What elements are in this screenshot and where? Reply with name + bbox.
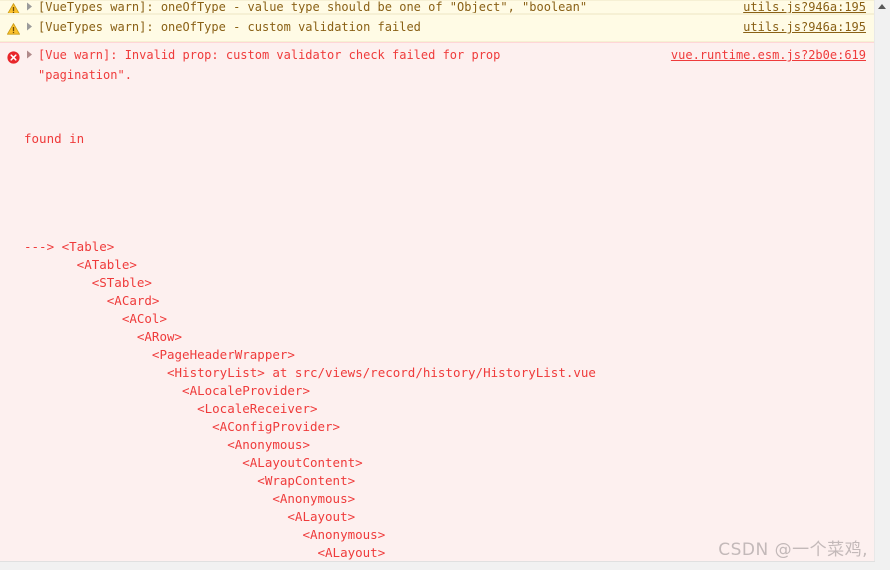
stack-trace-line: <ALayout> <box>24 545 386 560</box>
stack-trace-line: <ALocaleProvider> <box>24 383 310 398</box>
vertical-scrollbar[interactable] <box>874 0 890 570</box>
horizontal-scrollbar[interactable] <box>0 561 875 570</box>
stack-trace-line: <Anonymous> <box>24 491 356 506</box>
error-circle-icon <box>0 45 26 67</box>
warning-triangle-icon <box>0 17 26 39</box>
scroll-up-arrow-icon[interactable] <box>878 4 886 9</box>
triangle-right-icon[interactable] <box>26 17 38 37</box>
warning-triangle-icon <box>0 1 26 13</box>
devtools-console-panel[interactable]: [VueTypes warn]: oneOfType - value type … <box>0 0 890 570</box>
stack-blank-line <box>24 184 890 202</box>
stack-trace-line: <STable> <box>24 275 152 290</box>
stack-trace-line: <ACard> <box>24 293 160 308</box>
console-source-link[interactable]: vue.runtime.esm.js?2b0e:619 <box>671 45 866 65</box>
triangle-right-icon[interactable] <box>26 45 38 65</box>
stack-trace-line: <Anonymous> <box>24 437 310 452</box>
console-message-warning-1[interactable]: [VueTypes warn]: oneOfType - value type … <box>0 0 890 14</box>
stack-trace-line: <PageHeaderWrapper> <box>24 347 295 362</box>
stack-trace-line: <ATable> <box>24 257 137 272</box>
stack-trace-line: <Anonymous> <box>24 527 386 542</box>
stack-trace-line: <HistoryList> at src/views/record/histor… <box>24 365 596 380</box>
stack-trace-line: <ARow> <box>24 329 183 344</box>
stack-trace-line: <ACol> <box>24 311 167 326</box>
stack-line-list: ---> <Table> <ATable> <STable> <ACard> <… <box>24 238 890 570</box>
stack-trace-line: <AConfigProvider> <box>24 419 341 434</box>
console-message-text: [Vue warn]: Invalid prop: custom validat… <box>38 48 508 82</box>
stack-trace-line: <LocaleReceiver> <box>24 401 318 416</box>
triangle-right-icon[interactable] <box>26 1 38 13</box>
stack-trace-line: ---> <Table> <box>24 239 115 254</box>
console-source-link[interactable]: utils.js?946a:195 <box>743 1 866 13</box>
stack-heading: found in <box>24 131 85 146</box>
console-source-link[interactable]: utils.js?946a:195 <box>743 17 866 37</box>
console-message-error-1[interactable]: [Vue warn]: Invalid prop: custom validat… <box>0 42 890 88</box>
stack-trace-line: <ALayout> <box>24 509 356 524</box>
stack-trace-line: <ALayoutContent> <box>24 455 363 470</box>
vue-component-stack-trace: found in ---> <Table> <ATable> <STable> … <box>0 88 890 570</box>
console-message-warning-2[interactable]: [VueTypes warn]: oneOfType - custom vali… <box>0 14 890 42</box>
stack-trace-line: <WrapContent> <box>24 473 356 488</box>
